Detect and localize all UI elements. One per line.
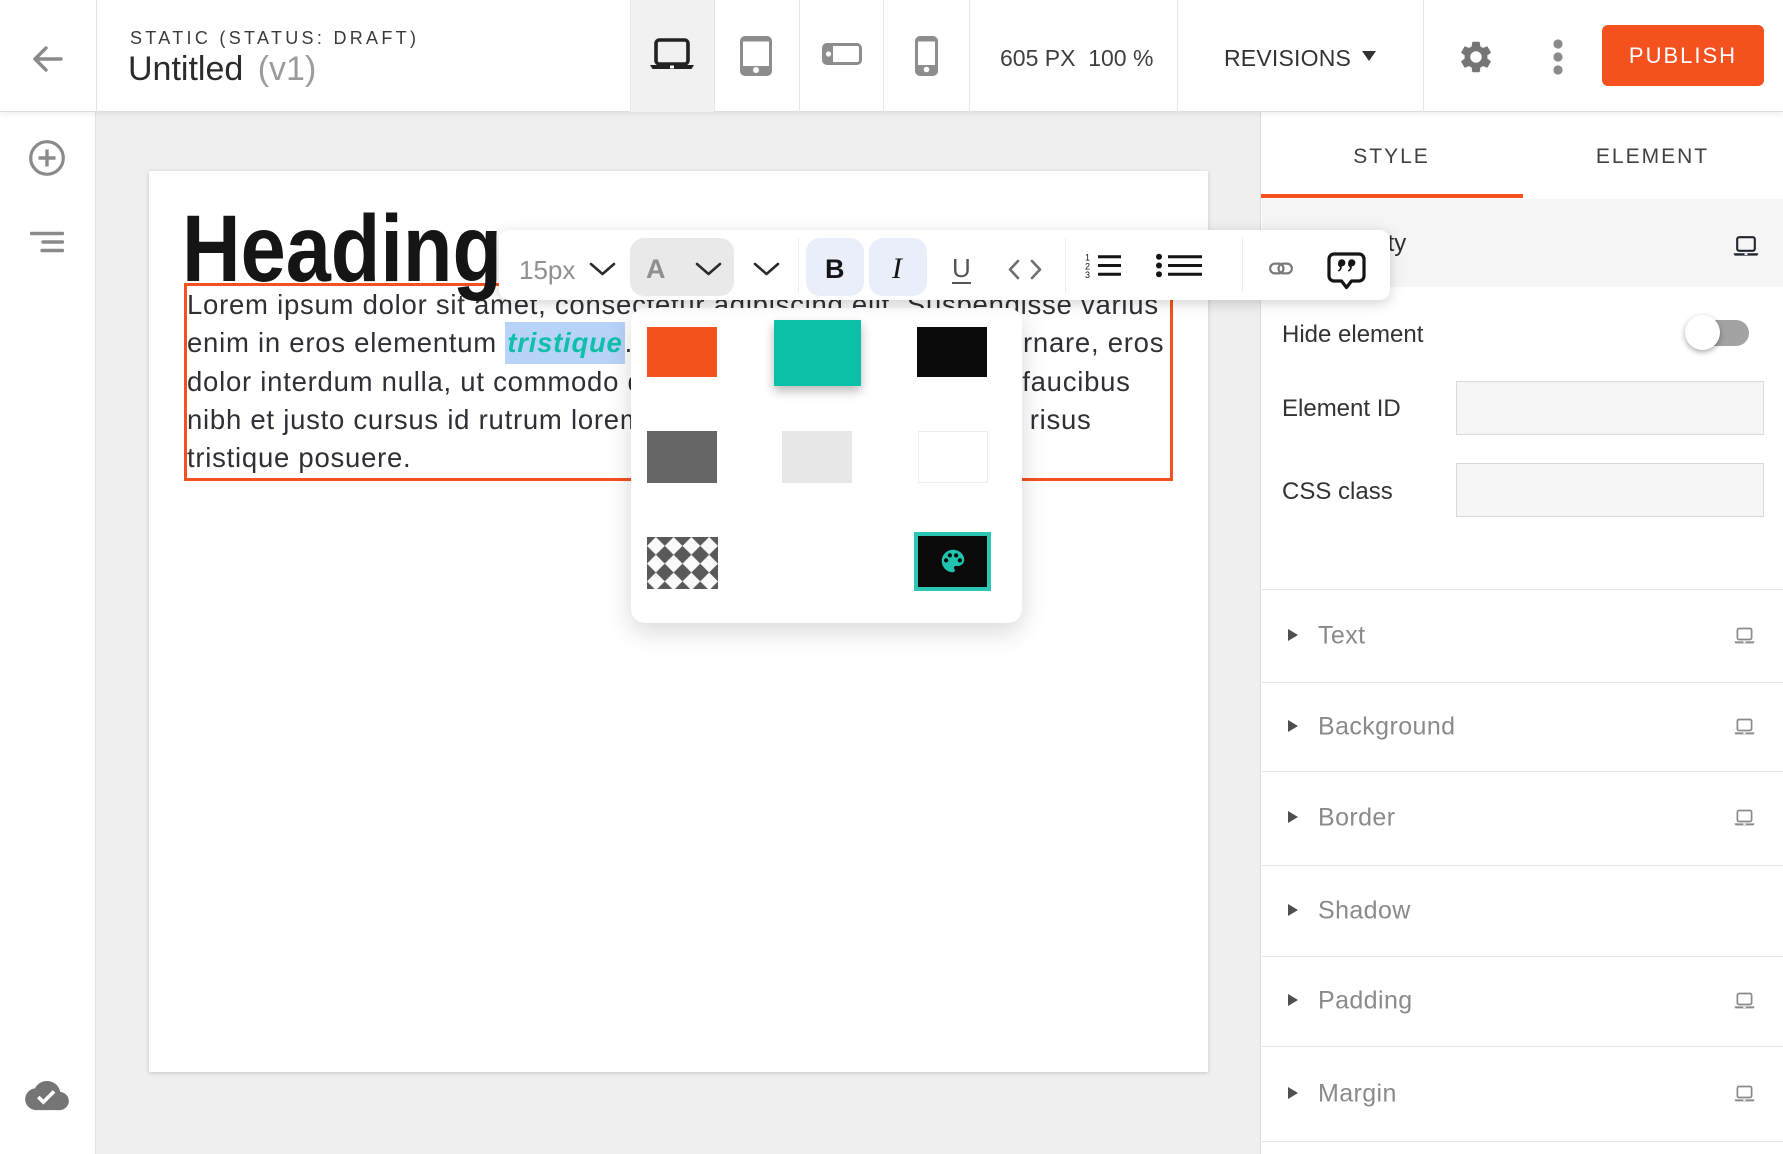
svg-text:Heading: Heading [182, 196, 502, 302]
svg-text:3: 3 [1085, 270, 1090, 278]
